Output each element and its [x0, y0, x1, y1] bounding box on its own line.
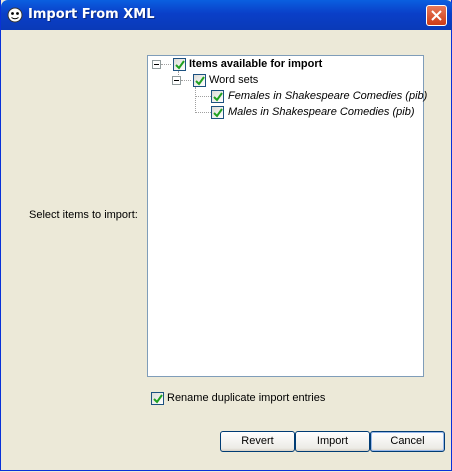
import-items-tree[interactable]: Items available for import Word sets Fem… [147, 55, 428, 377]
tree-connector [181, 80, 191, 81]
window-title: Import From XML [28, 7, 155, 22]
males-checkbox[interactable] [211, 106, 224, 119]
cancel-button[interactable]: Cancel [370, 431, 445, 452]
root-checkbox[interactable] [173, 58, 186, 71]
females-checkbox[interactable] [211, 90, 224, 103]
close-button[interactable] [426, 5, 447, 26]
import-dialog: Import From XML Select items to import: … [0, 0, 452, 471]
title-bar: Import From XML [1, 0, 452, 30]
import-button[interactable]: Import [295, 431, 370, 452]
tree-group-label: Word sets [209, 74, 259, 86]
collapse-toggle[interactable] [172, 76, 181, 85]
app-logo-icon [7, 7, 23, 23]
rename-duplicates-checkbox[interactable] [151, 392, 164, 405]
tree-connector [195, 87, 196, 113]
revert-button[interactable]: Revert [220, 431, 295, 452]
checkmark-icon [213, 92, 223, 102]
tree-item-label: Females in Shakespeare Comedies (pib) [228, 90, 428, 102]
checkmark-icon [195, 76, 205, 86]
collapse-toggle[interactable] [152, 60, 161, 69]
checkmark-icon [213, 108, 223, 118]
checkmark-icon [153, 394, 163, 404]
tree-connector [195, 112, 211, 113]
tree-root-label: Items available for import [189, 58, 323, 70]
rename-duplicates-label: Rename duplicate import entries [167, 392, 326, 404]
select-items-label: Select items to import: [29, 209, 138, 221]
tree-connector [161, 64, 171, 65]
tree-connector [195, 96, 211, 97]
close-icon [431, 10, 442, 21]
checkmark-icon [175, 60, 185, 70]
tree-item-label: Males in Shakespeare Comedies (pib) [228, 106, 415, 118]
word-sets-checkbox[interactable] [193, 74, 206, 87]
